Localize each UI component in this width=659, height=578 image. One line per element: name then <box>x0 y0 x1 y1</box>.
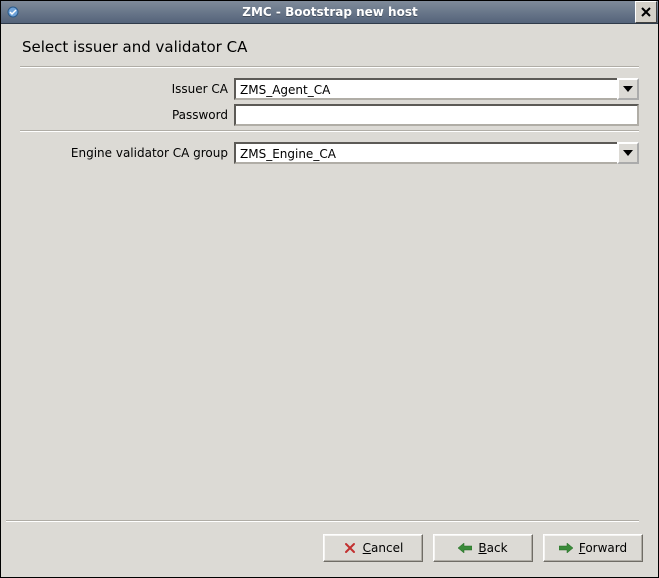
row-password: Password <box>20 104 639 126</box>
titlebar[interactable]: ZMC - Bootstrap new host <box>1 1 658 24</box>
label-engine-validator: Engine validator CA group <box>20 146 234 160</box>
row-issuer-ca: Issuer CA ZMS_Agent_CA <box>20 78 639 100</box>
close-button[interactable] <box>635 1 657 23</box>
cancel-button[interactable]: Cancel <box>323 534 423 562</box>
chevron-down-icon <box>623 150 633 156</box>
label-password: Password <box>20 108 234 122</box>
cancel-icon <box>343 541 357 555</box>
cancel-label: Cancel <box>363 541 404 555</box>
chevron-down-icon <box>623 86 633 92</box>
separator <box>20 66 639 68</box>
combo-engine-validator[interactable]: ZMS_Engine_CA <box>234 142 639 164</box>
combo-engine-validator-value: ZMS_Engine_CA <box>234 142 617 164</box>
dialog-window: ZMC - Bootstrap new host Select issuer a… <box>0 0 659 578</box>
window-title: ZMC - Bootstrap new host <box>25 5 635 19</box>
separator <box>6 520 639 522</box>
label-issuer-ca: Issuer CA <box>20 82 234 96</box>
combo-engine-validator-button[interactable] <box>617 142 639 164</box>
client-area: Select issuer and validator CA Issuer CA… <box>2 24 657 576</box>
row-engine-validator: Engine validator CA group ZMS_Engine_CA <box>20 142 639 164</box>
back-icon <box>458 541 472 555</box>
separator <box>20 130 639 132</box>
combo-issuer-ca-button[interactable] <box>617 78 639 100</box>
back-label: Back <box>478 541 507 555</box>
button-bar: Cancel Back Forward <box>2 520 657 576</box>
combo-issuer-ca-value: ZMS_Agent_CA <box>234 78 617 100</box>
page-heading: Select issuer and validator CA <box>22 38 639 56</box>
forward-button[interactable]: Forward <box>543 534 643 562</box>
forward-icon <box>559 541 573 555</box>
close-icon <box>641 7 651 17</box>
forward-label: Forward <box>579 541 627 555</box>
back-button[interactable]: Back <box>433 534 533 562</box>
app-icon <box>5 4 21 20</box>
combo-issuer-ca[interactable]: ZMS_Agent_CA <box>234 78 639 100</box>
input-password[interactable] <box>234 104 639 126</box>
